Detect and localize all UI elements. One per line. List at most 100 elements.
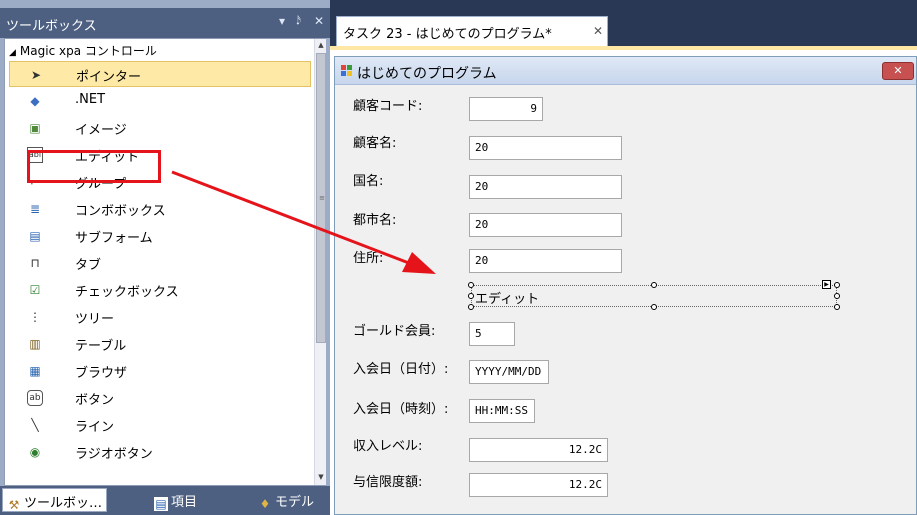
- models-tab-icon: ♦: [259, 497, 271, 511]
- toolbox-item-label: ラジオボタン: [75, 447, 153, 462]
- button-icon: ab: [27, 390, 43, 406]
- pointer-icon: ➤: [30, 68, 42, 82]
- dotnet-icon: ◆: [30, 94, 40, 108]
- toolbox-titlebar: ツールボックス ▾ 𝆺𝅥𝅯 ✕: [0, 8, 330, 38]
- form-titlebar[interactable]: はじめてのプログラム ✕: [335, 57, 916, 85]
- resize-handle[interactable]: [834, 293, 840, 299]
- scrollbar-thumb[interactable]: ≡: [316, 53, 326, 343]
- edit-control-label: エディット: [475, 292, 540, 307]
- scroll-up-arrow-icon[interactable]: ▲: [315, 41, 327, 51]
- scroll-down-arrow-icon[interactable]: ▼: [315, 473, 327, 483]
- toolbox-dropdown-icon[interactable]: ▾: [279, 14, 285, 28]
- tab-label: 項目: [171, 495, 198, 510]
- field-input-customer-code[interactable]: 9: [469, 97, 543, 121]
- line-icon: ╲: [31, 418, 39, 432]
- toolbox-item-label: コンボボックス: [75, 204, 166, 219]
- toolbox-item-radio-button[interactable]: ◉ ラジオボタン: [9, 439, 311, 465]
- toolbox-pin-icon[interactable]: 𝆺𝅥𝅯: [296, 14, 301, 29]
- toolbox-item-combobox[interactable]: ≣ コンボボックス: [9, 196, 311, 222]
- field-label-address: 住所:: [353, 251, 384, 266]
- field-input-income-level[interactable]: 12.2C: [469, 438, 608, 462]
- field-input-country[interactable]: 20: [469, 175, 622, 199]
- tab-label: モデル: [275, 495, 315, 510]
- toolbox-item-line[interactable]: ╲ ライン: [9, 412, 311, 438]
- table-icon: ▥: [29, 337, 41, 351]
- form-title: はじめてのプログラム: [357, 66, 497, 82]
- toolbox-panel: ツールボックス ▾ 𝆺𝅥𝅯 ✕ ◢ Magic xpa コントロール ➤ ポインター …: [0, 0, 330, 515]
- toolbox-item-table[interactable]: ▥ テーブル: [9, 331, 311, 357]
- subform-icon: ▤: [29, 229, 41, 243]
- field-label-credit-limit: 与信限度額:: [353, 475, 423, 490]
- resize-handle[interactable]: [834, 304, 840, 310]
- toolbox-item-label: ライン: [75, 420, 115, 435]
- document-area: タスク 23 - はじめてのプログラム* ✕ はじめてのプログラム ✕ 顧客コー…: [330, 0, 917, 515]
- checkbox-icon: ☑: [29, 283, 41, 297]
- toolbox-item-checkbox[interactable]: ☑ チェックボックス: [9, 277, 311, 303]
- form-window[interactable]: はじめてのプログラム ✕ 顧客コード: 9 顧客名: 20 国名: 20 都市名…: [334, 56, 917, 515]
- field-label-income-level: 収入レベル:: [353, 439, 423, 454]
- toolbox-item-label: サブフォーム: [75, 231, 153, 246]
- image-icon: ▣: [29, 121, 41, 135]
- field-input-join-date[interactable]: YYYY/MM/DD: [469, 360, 549, 384]
- tab-toolbox[interactable]: ⚒ ツールボッ…: [2, 488, 108, 512]
- toolbox-item-label: .NET: [75, 92, 106, 107]
- toolbox-title: ツールボックス: [6, 19, 97, 34]
- toolbox-item-image[interactable]: ▣ イメージ: [9, 115, 311, 141]
- tab-icon: ⊓: [30, 256, 40, 270]
- field-input-credit-limit[interactable]: 12.2C: [469, 473, 608, 497]
- close-icon[interactable]: ✕: [593, 24, 603, 38]
- scrollbar-grip-icon: ≡: [319, 194, 325, 202]
- toolbox-item-subform[interactable]: ▤ サブフォーム: [9, 223, 311, 249]
- toolbox-item-tree[interactable]: ⋮ ツリー: [9, 304, 311, 330]
- new-edit-control[interactable]: ▶ エディット: [467, 279, 841, 313]
- tab-models[interactable]: ♦ モデル: [254, 488, 318, 512]
- field-label-city: 都市名:: [353, 213, 397, 228]
- fields-tab-icon: ▤: [154, 497, 168, 511]
- form-window-icon: [341, 65, 353, 77]
- document-tab[interactable]: タスク 23 - はじめてのプログラム* ✕: [336, 16, 608, 46]
- toolbox-scrollbar[interactable]: ▲ ≡ ▼: [314, 39, 326, 485]
- tab-label: ツールボッ…: [24, 496, 103, 511]
- toolbox-item-dotnet[interactable]: ◆ .NET: [9, 88, 311, 114]
- combobox-icon: ≣: [29, 202, 41, 216]
- field-input-gold-member[interactable]: 5: [469, 322, 515, 346]
- toolbox-item-browser[interactable]: ▦ ブラウザ: [9, 358, 311, 384]
- toolbox-item-button[interactable]: ab ボタン: [9, 385, 311, 411]
- toolbox-item-pointer[interactable]: ➤ ポインター: [9, 61, 311, 87]
- toolbox-item-label: テーブル: [75, 339, 127, 354]
- field-label-join-date: 入会日（日付）:: [353, 362, 449, 377]
- toolbox-item-label: ブラウザ: [75, 366, 128, 381]
- toolbox-item-label: ポインター: [76, 70, 142, 85]
- field-input-address[interactable]: 20: [469, 249, 622, 273]
- resize-handle[interactable]: [468, 293, 474, 299]
- toolbox-item-tab[interactable]: ⊓ タブ: [9, 250, 311, 276]
- toolbox-bottom-tabs: ⚒ ツールボッ… ▤ 項目 ♦ モデル: [0, 486, 330, 515]
- tree-icon: ⋮: [29, 310, 41, 324]
- radio-button-icon: ◉: [29, 445, 41, 459]
- toolbox-close-icon[interactable]: ✕: [314, 14, 324, 28]
- toolbox-item-label: ツリー: [75, 312, 115, 327]
- toolbox-item-label: イメージ: [75, 123, 127, 138]
- toolbox-item-label: チェックボックス: [75, 285, 179, 300]
- toolbox-group-header[interactable]: ◢ Magic xpa コントロール: [9, 42, 157, 59]
- resize-handle[interactable]: [651, 282, 657, 288]
- collapse-triangle-icon[interactable]: ◢: [9, 48, 16, 58]
- resize-handle[interactable]: [468, 282, 474, 288]
- form-designer-canvas[interactable]: はじめてのプログラム ✕ 顧客コード: 9 顧客名: 20 国名: 20 都市名…: [330, 50, 917, 515]
- form-close-button[interactable]: ✕: [882, 62, 914, 80]
- resize-handle[interactable]: [834, 282, 840, 288]
- field-label-country: 国名:: [353, 174, 384, 189]
- toolbox-item-label: タブ: [75, 258, 102, 273]
- tab-fields[interactable]: ▤ 項目: [150, 488, 201, 512]
- field-label-gold-member: ゴールド会員:: [353, 324, 436, 339]
- control-marker-icon: ▶: [822, 280, 831, 289]
- field-input-customer-name[interactable]: 20: [469, 136, 622, 160]
- document-tab-title: タスク 23 - はじめてのプログラム*: [343, 27, 552, 42]
- resize-handle[interactable]: [651, 304, 657, 310]
- field-input-city[interactable]: 20: [469, 213, 622, 237]
- toolbox-group-label: Magic xpa コントロール: [19, 44, 157, 58]
- resize-handle[interactable]: [468, 304, 474, 310]
- toolbox-item-label: ボタン: [75, 393, 115, 408]
- field-input-join-time[interactable]: HH:MM:SS: [469, 399, 535, 423]
- field-label-join-time: 入会日（時刻）:: [353, 402, 449, 417]
